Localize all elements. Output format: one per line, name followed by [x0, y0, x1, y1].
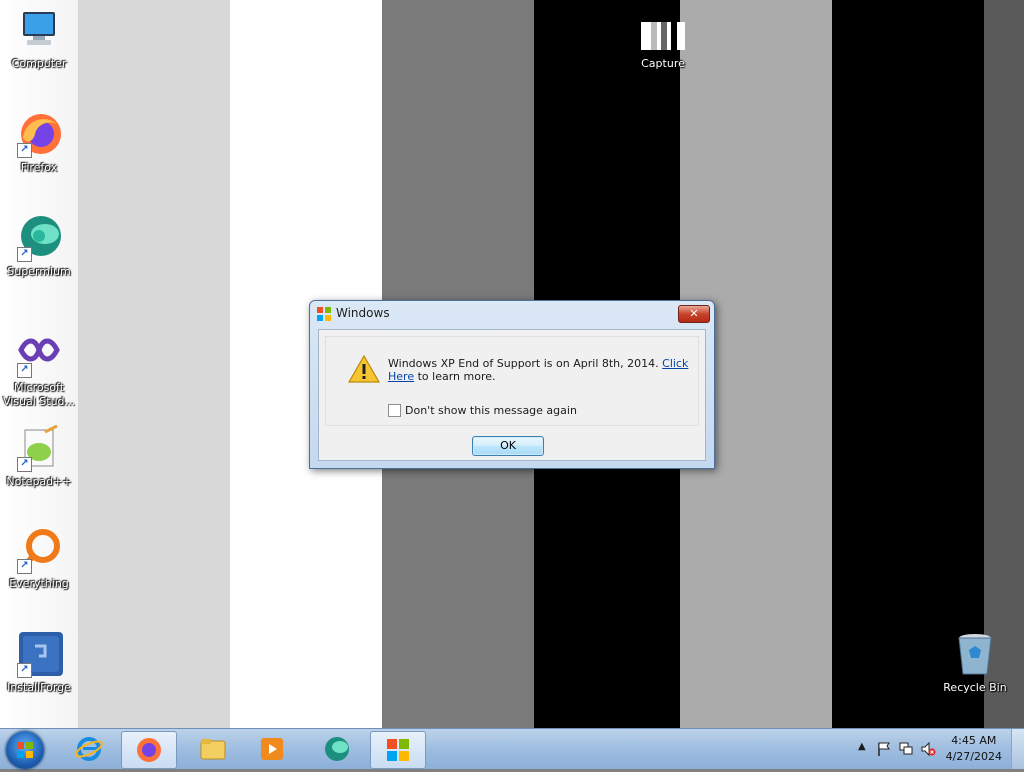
- desktop-icon-firefox[interactable]: ↗ Firefox: [1, 110, 77, 175]
- windows-logo-icon: [316, 306, 332, 322]
- taskbar: ▲ 4:45 AM 4/27/2024: [0, 728, 1024, 769]
- start-button[interactable]: [6, 731, 44, 769]
- desktop-icon-label: Recycle Bin: [943, 681, 1007, 694]
- checkbox-box[interactable]: [388, 404, 401, 417]
- shortcut-arrow-icon: ↗: [17, 247, 32, 262]
- desktop-icon-label: Notepad++: [6, 475, 72, 488]
- windows-logo-icon: [384, 736, 412, 764]
- desktop-icon-computer[interactable]: Computer: [1, 6, 77, 71]
- internet-explorer-icon: [75, 735, 103, 763]
- desktop-icon-installforge[interactable]: ↗ InstallForge: [1, 630, 77, 695]
- computer-icon: [15, 6, 63, 54]
- visual-studio-icon: ↗: [15, 330, 63, 378]
- warning-icon: [347, 354, 381, 383]
- desktop-icon-label: Firefox: [20, 161, 58, 174]
- taskbar-windows-dialog[interactable]: [370, 731, 426, 769]
- recycle-bin-icon: [951, 630, 999, 678]
- everything-search-icon: ↗: [15, 526, 63, 574]
- clock-time: 4:45 AM: [951, 734, 997, 747]
- desktop-icon-label: InstallForge: [7, 681, 71, 694]
- desktop-icon-visual-studio[interactable]: ↗ Microsoft Visual Stud...: [1, 330, 77, 409]
- shortcut-arrow-icon: ↗: [17, 559, 32, 574]
- shortcut-arrow-icon: ↗: [17, 143, 32, 158]
- show-desktop-button[interactable]: [1011, 729, 1024, 769]
- volume-muted-icon[interactable]: [920, 741, 936, 757]
- desktop-icon-label: Microsoft Visual Stud...: [2, 381, 76, 408]
- taskbar-internet-explorer[interactable]: [62, 731, 116, 767]
- message-text: Windows XP End of Support is on April 8t…: [388, 357, 659, 370]
- system-tray: ▲ 4:45 AM 4/27/2024: [834, 729, 1024, 769]
- media-player-icon: [258, 735, 286, 763]
- dialog-titlebar[interactable]: Windows ✕: [310, 301, 714, 327]
- checkbox-label[interactable]: Don't show this message again: [405, 404, 577, 417]
- network-icon[interactable]: [898, 741, 914, 757]
- dont-show-again-checkbox[interactable]: Don't show this message again: [388, 404, 577, 417]
- clock-date: 4/27/2024: [945, 750, 1002, 763]
- supermium-icon: ↗: [15, 214, 63, 262]
- desktop-icon-label: Capture: [641, 57, 685, 70]
- desktop-icon-capture[interactable]: Capture: [625, 18, 701, 71]
- supermium-icon: [323, 735, 351, 763]
- shortcut-arrow-icon: ↗: [17, 457, 32, 472]
- show-hidden-icons-arrow[interactable]: ▲: [858, 741, 866, 752]
- desktop-icon-everything[interactable]: ↗ Everything: [1, 526, 77, 591]
- shortcut-arrow-icon: ↗: [17, 663, 32, 678]
- taskbar-firefox[interactable]: [121, 731, 177, 769]
- shortcut-arrow-icon: ↗: [17, 363, 32, 378]
- message-area: Windows XP End of Support is on April 8t…: [325, 336, 699, 426]
- taskbar-supermium[interactable]: [310, 731, 364, 767]
- ok-button[interactable]: OK: [472, 436, 544, 456]
- action-center-flag-icon[interactable]: [876, 741, 892, 757]
- taskbar-file-explorer[interactable]: [186, 731, 240, 767]
- clock[interactable]: 4:45 AM 4/27/2024: [946, 733, 1002, 765]
- close-button[interactable]: ✕: [678, 305, 710, 323]
- dialog-title: Windows: [336, 306, 390, 320]
- desktop-icon-supermium[interactable]: ↗ Supermium: [1, 214, 77, 279]
- desktop-icon-label: Everything: [9, 577, 69, 590]
- desktop-icon-label: Computer: [11, 57, 67, 70]
- dialog-client-area: Windows XP End of Support is on April 8t…: [318, 329, 706, 461]
- firefox-icon: ↗: [15, 110, 63, 158]
- message-suffix: to learn more.: [417, 370, 496, 383]
- windows-start-icon: [17, 742, 33, 758]
- message-dialog: Windows ✕ Windows XP End of Support is o…: [309, 300, 715, 469]
- firefox-icon: [135, 736, 163, 764]
- desktop-icon-notepad-plus-plus[interactable]: ↗ Notepad++: [1, 424, 77, 489]
- taskbar-media-player[interactable]: [245, 731, 299, 767]
- installforge-icon: ↗: [15, 630, 63, 678]
- dialog-message: Windows XP End of Support is on April 8t…: [388, 357, 698, 383]
- notepad-plus-plus-icon: ↗: [15, 424, 63, 472]
- desktop-icon-label: Supermium: [7, 265, 71, 278]
- capture-icon: [639, 18, 687, 54]
- desktop-icon-recycle-bin[interactable]: Recycle Bin: [937, 630, 1013, 695]
- folder-icon: [199, 735, 227, 763]
